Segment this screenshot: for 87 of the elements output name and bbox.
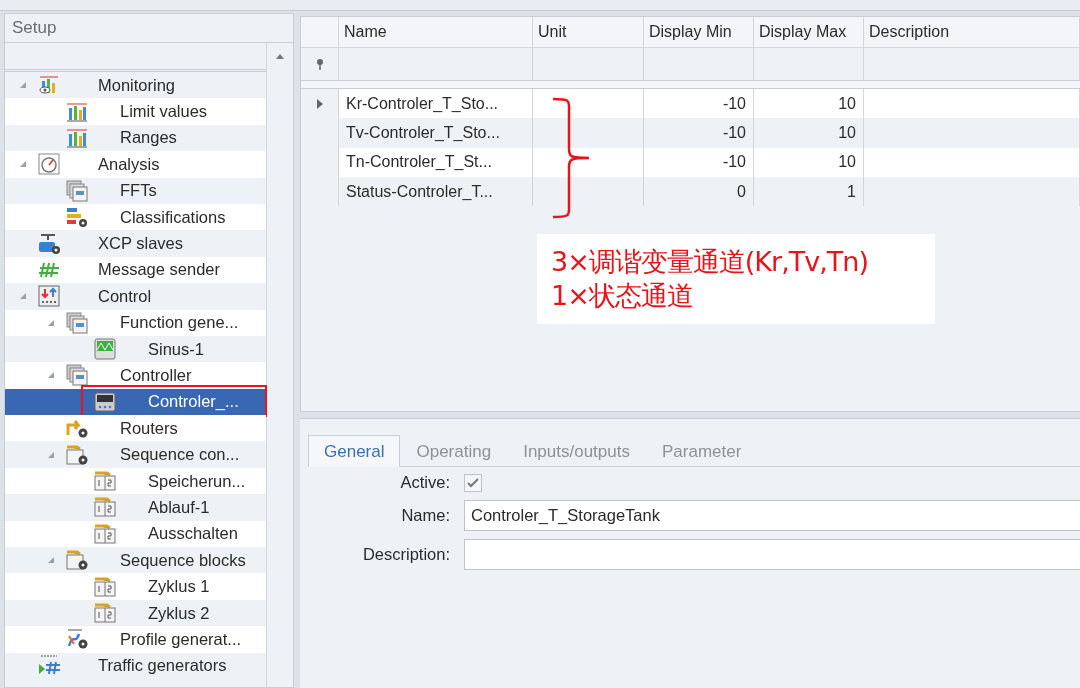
tree-item[interactable]: Ausschalten (5, 520, 266, 548)
table-cell: -10 (644, 147, 754, 177)
expanded-arrow-icon[interactable] (47, 371, 55, 380)
tree-label: Monitoring (98, 75, 176, 95)
name-field[interactable]: Controler_T_StorageTank (464, 500, 1080, 531)
xcp-gear-icon (37, 232, 61, 255)
tree-label: Zyklus 1 (148, 577, 210, 597)
tree-item[interactable]: Function gene... (5, 309, 266, 336)
tab[interactable]: General (308, 435, 401, 467)
sequence-step-icon (93, 602, 117, 624)
description-field[interactable] (464, 539, 1080, 570)
sequence-step-icon (93, 522, 117, 545)
expanded-arrow-icon[interactable] (47, 556, 55, 565)
expanded-arrow-icon[interactable] (19, 160, 27, 169)
tree-item[interactable]: Profile generat... (5, 626, 266, 653)
table-cell: Kr-Controler_T_Sto... (339, 89, 533, 119)
expanded-arrow-icon[interactable] (47, 450, 55, 459)
classification-gear-icon (65, 206, 89, 229)
tree-label: FFTs (120, 181, 157, 201)
active-checkbox[interactable] (464, 473, 482, 492)
column-header[interactable]: Unit (533, 17, 644, 48)
tree-label: Function gene... (120, 313, 239, 333)
table-cell: 10 (754, 147, 864, 177)
tree-label: Controler_... (148, 392, 239, 412)
sequence-step-icon (93, 496, 117, 519)
field-label: Active: (399, 473, 450, 492)
table-cell: Tn-Controler_T_St... (339, 147, 533, 177)
tree-label: Controller (120, 366, 192, 385)
bar-chart-icon (65, 126, 89, 149)
tree-label: Profile generat... (120, 629, 242, 649)
column-header[interactable]: Name (339, 17, 533, 48)
filter-pin-icon[interactable] (315, 58, 324, 70)
expanded-arrow-icon[interactable] (19, 292, 27, 301)
waveform-screen-icon (93, 338, 117, 361)
control-panel-icon (37, 285, 61, 308)
tree-label: Limit values (120, 102, 208, 122)
bar-chart-eye-icon (37, 74, 61, 97)
column-header[interactable]: Description (864, 17, 1080, 48)
tree-item[interactable]: Message sender (5, 256, 266, 284)
sequence-step-icon (93, 470, 117, 493)
sequence-gear-icon (65, 443, 89, 466)
tree-label: Sinus-1 (148, 339, 204, 359)
tree-label: Ranges (120, 128, 177, 148)
sequence-gear-icon (65, 549, 89, 572)
field-label: Description: (361, 545, 450, 564)
current-row-icon (316, 98, 323, 109)
tree-item[interactable]: Controler_... (5, 388, 266, 416)
tree-label: Speicherun... (148, 471, 246, 491)
tree-item[interactable]: Controller (5, 362, 266, 389)
tree-label: XCP slaves (98, 234, 183, 254)
sequence-step-icon (93, 575, 117, 598)
tree-label: Ablauf-1 (148, 497, 210, 517)
column-header[interactable]: Display Max (754, 17, 864, 48)
tree-label: Zyklus 2 (148, 603, 210, 623)
field-label: Name: (400, 506, 450, 525)
expanded-arrow-icon[interactable] (47, 318, 55, 327)
tree-label: Classifications (120, 207, 226, 227)
tree-label: Sequence con... (120, 445, 240, 465)
tree-label: Ausschalten (148, 524, 238, 544)
stacked-windows-icon (65, 364, 89, 387)
profile-gear-icon (65, 628, 89, 651)
tree-label: Routers (120, 418, 178, 438)
tree-label: Analysis (98, 154, 160, 174)
tree-item[interactable]: Limit values (5, 98, 266, 125)
tree-label: Sequence blocks (120, 550, 246, 570)
tree-label: Control (98, 286, 152, 306)
stacked-windows-icon (65, 311, 89, 334)
annotation-text: 1×状态通道 (551, 279, 694, 313)
tree-item[interactable]: Analysis (5, 151, 266, 178)
column-header[interactable]: Display Min (644, 17, 754, 48)
tree-item[interactable]: Classifications (5, 203, 266, 231)
annotation-text: 3×调谐变量通道(Kr,Tv,Tn) (551, 245, 869, 279)
tree-label: Message sender (98, 260, 220, 280)
traffic-generator-icon (37, 654, 61, 677)
tree-item[interactable]: Zyklus 1 (5, 573, 266, 600)
expanded-arrow-icon[interactable] (19, 81, 27, 90)
table-cell: -10 (644, 89, 754, 119)
tree-item[interactable]: Speicherun... (5, 467, 266, 495)
tree-label: Traffic generators (98, 656, 227, 676)
scroll-up-icon[interactable] (276, 53, 284, 59)
stacked-windows-icon (65, 179, 89, 202)
tree-item[interactable]: Routers (5, 415, 266, 442)
controller-device-icon (93, 390, 117, 413)
check-icon (467, 477, 479, 488)
gauge-icon (37, 153, 61, 176)
table-cell: 10 (754, 89, 864, 119)
bar-chart-icon (65, 100, 89, 123)
